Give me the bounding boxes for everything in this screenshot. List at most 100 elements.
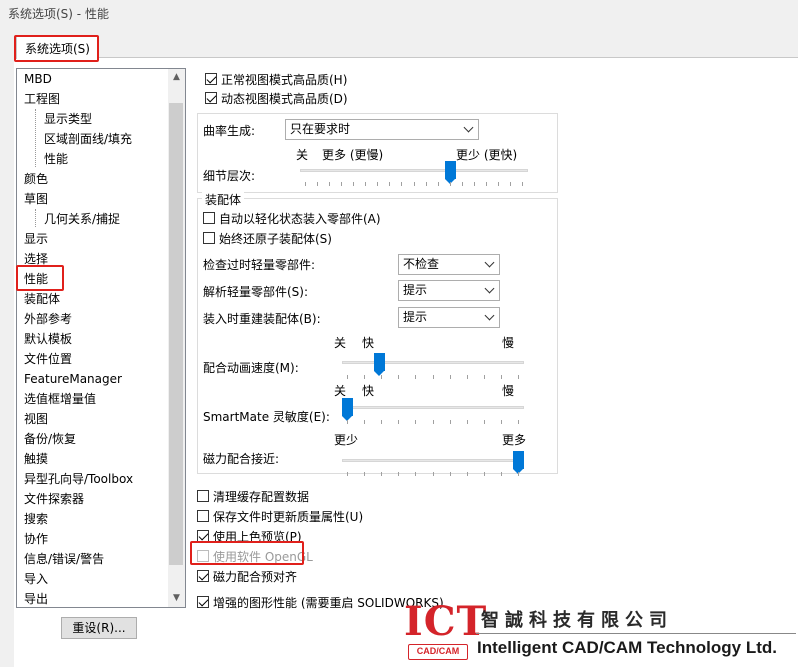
slider-tick [437,182,439,186]
ict-logo: ICT CAD/CAM [402,600,486,660]
tree-item-label: 外部参考 [24,312,73,326]
slider-tick [353,182,355,186]
slider-tick [483,472,485,476]
slider-tick [347,472,348,476]
mate-animation-track [342,361,524,364]
tree-item[interactable]: MBD [24,69,52,89]
tree-item[interactable]: 颜色 [24,169,48,189]
check-outdated-value: 不检查 [403,257,440,271]
slider-tick [497,182,499,186]
always-resolve-sub-checkbox[interactable] [203,232,215,244]
tree-item[interactable]: 文件探索器 [24,489,84,509]
tree-item-label: 颜色 [24,172,49,186]
slider-tick [449,375,451,379]
slider-tick [364,375,366,379]
tree-item-label: 导入 [24,572,49,586]
tree-item[interactable]: 外部参考 [24,309,72,329]
tree-item[interactable]: 默认模板 [24,329,72,349]
scroll-thumb[interactable] [169,103,183,565]
slider-tick [305,182,306,186]
normal-view-hq-label: 正常视图模式高品质(H) [221,73,348,87]
smartmate-fast-label: 快 [362,384,375,398]
tree-item[interactable]: 区域剖面线/填充 [42,129,132,149]
magnetic-prealign-checkbox[interactable] [197,570,209,582]
tree-item[interactable]: 文件位置 [24,349,72,369]
rebuild-on-load-value: 提示 [403,310,428,324]
enhanced-graphics-checkbox[interactable] [197,596,209,608]
tree-item[interactable]: 搜索 [24,509,48,529]
slider-tick [398,472,400,476]
slider-tick [398,375,400,379]
check-outdated-label: 检查过时轻量零部件: [203,258,316,272]
tree-item[interactable]: FeatureManager [24,369,122,389]
tree-item[interactable]: 导入 [24,569,48,589]
chevron-down-icon [484,310,495,321]
ict-logo-subtext: CAD/CAM [408,644,468,660]
assembly-group-title: 装配体 [202,191,245,208]
mate-anim-fast-label: 快 [362,336,375,350]
tree-item[interactable]: 装配体 [24,289,60,309]
resolve-lightweight-label: 解析轻量零部件(S): [203,285,309,299]
slider-tick [401,182,403,186]
slider-tick [364,420,366,424]
slider-tick [432,472,434,476]
update-mass-checkbox[interactable] [197,510,209,522]
tree-item[interactable]: 导出 [24,589,49,607]
dynamic-view-hq-checkbox[interactable] [205,92,217,104]
tree-item[interactable]: 信息/错误/警告 [24,549,104,569]
tree-item-label: 视图 [24,412,49,426]
reset-button[interactable]: 重设(R)... [61,617,137,639]
resolve-lightweight-select[interactable]: 提示 [398,280,500,301]
tree-item[interactable]: 触摸 [24,449,48,469]
tree-item-label: 导出 [24,592,49,606]
scroll-up-icon[interactable]: ▲ [168,69,185,86]
slider-tick [329,182,331,186]
auto-load-lightweight-label: 自动以轻化状态装入零部件(A) [219,212,381,226]
magnetic-mate-slider[interactable] [513,451,524,474]
curvature-select[interactable]: 只在要求时 [285,119,479,140]
smartmate-slow-label: 慢 [502,384,515,398]
tree-item-label: 显示 [24,232,49,246]
tree-item[interactable]: 协作 [24,529,48,549]
mate-anim-off-label: 关 [334,336,347,350]
rebuild-on-load-select[interactable]: 提示 [398,307,500,328]
tree-item[interactable]: 工程图 [24,89,60,109]
category-tree[interactable]: MBD 工程图 显示类型 区域剖面线/填充 性能 颜色 草图 几何关系/捕捉 显示 选择 性能 装配体… [16,68,186,608]
slider-tick [377,182,379,186]
auto-load-lightweight-checkbox[interactable] [203,212,215,224]
detail-level-slider[interactable] [445,161,457,184]
slider-tick [485,182,487,186]
tree-item[interactable]: 异型孔向导/Toolbox [24,469,133,489]
tree-item[interactable]: 草图 [24,189,48,209]
detail-level-ticks [305,182,523,186]
slider-tick [500,472,502,476]
purge-cache-checkbox[interactable] [197,490,209,502]
tree-item-label: 区域剖面线/填充 [44,132,133,146]
tree-item[interactable]: 性能 [42,149,68,169]
slider-tick [466,420,468,424]
mate-animation-ticks [347,375,519,379]
detail-level-label: 细节层次: [203,169,256,183]
slider-tick [432,420,434,424]
slider-tick [415,375,417,379]
smartmate-slider[interactable] [342,398,353,421]
tree-item[interactable]: 显示 [24,229,48,249]
mate-animation-slider[interactable] [374,353,386,376]
slider-tick [522,182,523,186]
tree-item[interactable]: 几何关系/捕捉 [42,209,120,229]
tree-item[interactable]: 选值框增量值 [24,389,96,409]
company-name-cn: 智誠科技有限公司 [481,610,673,631]
normal-view-hq-checkbox[interactable] [205,73,217,85]
slider-tick [415,472,417,476]
slider-tick [381,472,383,476]
tree-scrollbar[interactable]: ▲ ▼ [168,69,185,607]
tree-item-label: 协作 [24,532,49,546]
tree-item[interactable]: 视图 [24,409,48,429]
curvature-value: 只在要求时 [290,122,351,136]
tree-item[interactable]: 显示类型 [42,109,92,129]
tree-item[interactable]: 备份/恢复 [24,429,76,449]
check-outdated-select[interactable]: 不检查 [398,254,500,275]
scroll-down-icon[interactable]: ▼ [168,590,185,607]
magnetic-prealign-label: 磁力配合预对齐 [213,570,298,584]
tree-item-label: MBD [24,72,52,86]
